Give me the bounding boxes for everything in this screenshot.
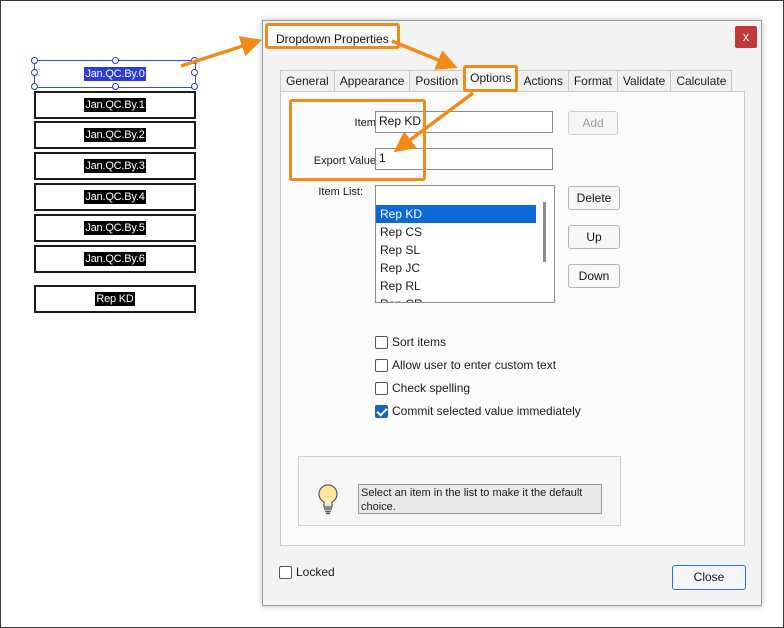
dialog-titlebar[interactable]: Dropdown Properties x (263, 21, 761, 51)
form-field-value: Jan.QC.By.4 (84, 190, 146, 204)
form-field-1[interactable]: Jan.QC.By.1 (34, 91, 196, 119)
checkbox-label: Sort items (392, 335, 447, 349)
item-listbox[interactable]: Rep KD Rep CS Rep SL Rep JC Rep RL Rep C… (375, 185, 555, 303)
dialog-title: Dropdown Properties (265, 23, 400, 49)
resize-handle[interactable] (191, 69, 198, 76)
resize-handle[interactable] (191, 83, 198, 90)
commit-value-checkbox[interactable] (375, 404, 388, 418)
sort-items-checkbox[interactable] (375, 335, 388, 349)
hint-panel: Select an item in the list to make it th… (298, 456, 621, 526)
options-panel: Item: Rep KD Add Export Value: 1 Item Li… (280, 91, 745, 546)
form-field-value: Jan.QC.By.1 (84, 98, 146, 112)
form-field-value: Jan.QC.By.2 (84, 128, 146, 142)
list-item[interactable]: Rep KD (376, 205, 536, 223)
form-field-6[interactable]: Jan.QC.By.6 (34, 245, 196, 273)
form-field-3[interactable]: Jan.QC.By.3 (34, 152, 196, 180)
tab-format[interactable]: Format (567, 70, 618, 91)
form-field-value: Jan.QC.By.5 (84, 221, 146, 235)
up-button[interactable]: Up (568, 225, 620, 249)
tab-general[interactable]: General (280, 70, 335, 91)
resize-handle[interactable] (31, 83, 38, 90)
checkbox-label: Check spelling (392, 381, 471, 395)
list-item[interactable]: Rep JC (376, 259, 536, 277)
tab-options[interactable]: Options (463, 65, 519, 92)
item-list-label: Item List: (318, 186, 363, 198)
locked-option[interactable]: Locked (279, 565, 335, 579)
scrollbar-thumb[interactable] (543, 202, 546, 262)
dropdown-properties-dialog: Dropdown Properties x General Appearance… (262, 20, 762, 606)
form-field-5[interactable]: Jan.QC.By.5 (34, 214, 196, 242)
down-button[interactable]: Down (568, 264, 620, 288)
tab-appearance[interactable]: Appearance (333, 70, 411, 91)
form-field-2[interactable]: Jan.QC.By.2 (34, 121, 196, 149)
checkbox-label: Commit selected value immediately (392, 404, 581, 418)
lightbulb-icon (318, 484, 338, 515)
close-button[interactable]: Close (672, 565, 746, 590)
hint-text: Select an item in the list to make it th… (358, 484, 602, 514)
checkbox-label: Allow user to enter custom text (392, 358, 557, 372)
form-field-4[interactable]: Jan.QC.By.4 (34, 183, 196, 211)
item-input[interactable]: Rep KD (375, 111, 553, 133)
export-value-input[interactable]: 1 (375, 148, 553, 170)
tab-validate[interactable]: Validate (616, 70, 672, 91)
tab-calculate[interactable]: Calculate (670, 70, 733, 91)
tab-position[interactable]: Position (409, 70, 465, 91)
form-field-value: Jan.QC.By.3 (84, 159, 146, 173)
close-icon[interactable]: x (735, 26, 757, 48)
check-spelling-option[interactable]: Check spelling (375, 379, 470, 397)
list-item[interactable]: Rep SL (376, 241, 536, 259)
item-label: Item: (354, 117, 379, 129)
form-field-value: Rep KD (95, 292, 135, 306)
add-button[interactable]: Add (568, 111, 618, 135)
tab-bar: General Appearance Position Options Acti… (280, 65, 733, 92)
check-spelling-checkbox[interactable] (375, 381, 388, 395)
sort-items-option[interactable]: Sort items (375, 333, 446, 351)
delete-button[interactable]: Delete (568, 186, 620, 210)
form-field-value: Jan.QC.By.6 (84, 252, 146, 266)
custom-text-checkbox[interactable] (375, 358, 388, 372)
custom-text-option[interactable]: Allow user to enter custom text (375, 356, 556, 374)
resize-handle[interactable] (191, 57, 198, 64)
resize-handle[interactable] (31, 57, 38, 64)
locked-checkbox[interactable] (279, 565, 292, 579)
commit-value-option[interactable]: Commit selected value immediately (375, 402, 581, 420)
resize-handle[interactable] (112, 83, 119, 90)
export-value-label: Export Value: (313, 155, 379, 167)
locked-label: Locked (296, 565, 335, 579)
list-item[interactable]: Rep CS (376, 223, 536, 241)
resize-handle[interactable] (112, 57, 119, 64)
form-field-7[interactable]: Rep KD (34, 285, 196, 313)
tab-actions[interactable]: Actions (517, 70, 569, 91)
list-item[interactable]: Rep RL (376, 277, 536, 295)
form-field-value: Jan.QC.By.0 (84, 67, 146, 81)
list-item[interactable]: Rep CR (376, 295, 536, 302)
resize-handle[interactable] (31, 69, 38, 76)
